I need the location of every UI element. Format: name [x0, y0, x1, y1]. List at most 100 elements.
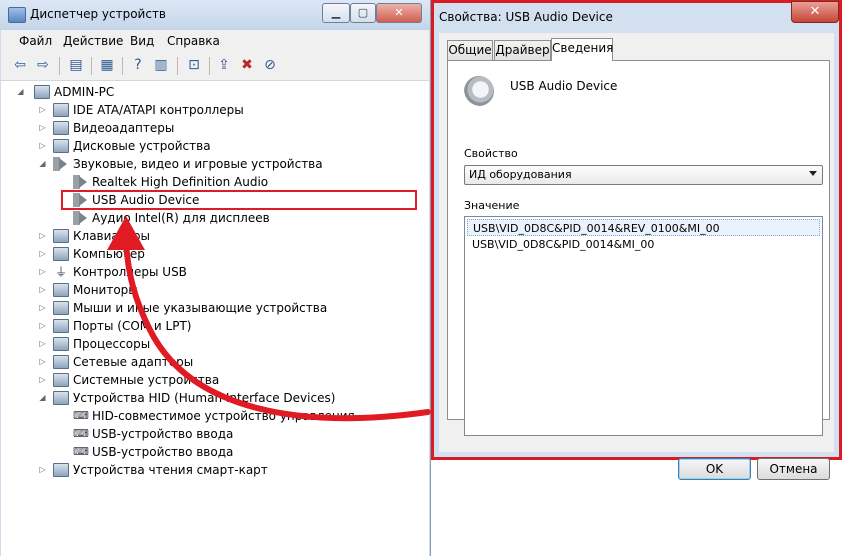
- tree-item-label: Realtek High Definition Audio: [92, 175, 269, 189]
- cpu-icon: [53, 337, 69, 351]
- toolbar-separator: [91, 57, 92, 75]
- speaker-icon: [73, 211, 89, 225]
- tree-item-label: HID-совместимое устройство управления: [92, 409, 355, 423]
- expand-arrow-icon[interactable]: ▷: [38, 353, 47, 371]
- value-listbox[interactable]: USB\VID_0D8C&PID_0014&REV_0100&MI_00 USB…: [464, 216, 823, 436]
- disk-icon: [53, 139, 69, 153]
- menu-view[interactable]: Вид: [130, 34, 154, 48]
- tree-item-label: Устройства чтения смарт-карт: [73, 463, 268, 477]
- device-tree: ◢ ADMIN-PC ▷ IDE ATA/ATAPI контроллеры ▷ Ви…: [1, 81, 429, 556]
- toolbar-separator: [122, 57, 123, 75]
- dialog-client: Общие Драйвер Сведения USB Audio Device …: [439, 33, 834, 480]
- menu-help[interactable]: Справка: [167, 34, 220, 48]
- toolbar-separator: [59, 57, 60, 75]
- collapse-arrow-icon[interactable]: ◢: [38, 155, 47, 173]
- device-name: USB Audio Device: [510, 79, 618, 93]
- property-select[interactable]: ИД оборудования: [464, 165, 823, 185]
- toolbar-separator: [177, 57, 178, 75]
- highlight-box: [61, 190, 417, 210]
- tree-item-label: Видеоадаптеры: [73, 121, 175, 135]
- expand-arrow-icon[interactable]: ▷: [38, 245, 47, 263]
- computer-icon: [53, 247, 69, 261]
- ide-icon: [53, 103, 69, 117]
- properties-page-icon[interactable]: ▦: [98, 56, 116, 74]
- expand-arrow-icon[interactable]: ▷: [38, 263, 47, 281]
- value-label: Значение: [464, 199, 520, 212]
- device-manager-icon: [8, 7, 26, 23]
- tree-item-label: Клавиатуры: [73, 229, 150, 243]
- menu-file[interactable]: Файл: [19, 34, 52, 48]
- dialog-title: Свойства: USB Audio Device: [439, 10, 613, 24]
- mouse-icon: [53, 301, 69, 315]
- chevron-down-icon: [809, 171, 817, 176]
- expand-arrow-icon[interactable]: ▷: [38, 371, 47, 389]
- minimize-button[interactable]: ▁: [322, 3, 350, 23]
- port-icon: [53, 319, 69, 333]
- ok-button[interactable]: OK: [678, 458, 751, 480]
- back-icon[interactable]: ⇦: [11, 56, 29, 74]
- list-item[interactable]: USB\VID_0D8C&PID_0014&MI_00: [467, 236, 820, 253]
- tree-item-label: Устройства HID (Human Interface Devices): [73, 391, 336, 405]
- expand-arrow-icon[interactable]: ▷: [38, 317, 47, 335]
- tab-driver[interactable]: Драйвер: [494, 40, 551, 60]
- menu-action[interactable]: Действие: [63, 34, 123, 48]
- network-icon: [53, 355, 69, 369]
- tree-item-label: IDE ATA/ATAPI контроллеры: [73, 103, 244, 117]
- console-tree-icon[interactable]: ▤: [67, 56, 85, 74]
- device-manager-window: Диспетчер устройств ▁ ▢ ✕ Файл Действие …: [0, 0, 431, 556]
- toolbar-separator: [209, 57, 210, 75]
- expand-arrow-icon[interactable]: ▷: [38, 137, 47, 155]
- title-bar[interactable]: Диспетчер устройств ▁ ▢ ✕: [0, 0, 430, 30]
- forward-icon[interactable]: ⇨: [34, 56, 52, 74]
- computer-icon: [34, 85, 50, 99]
- expand-arrow-icon[interactable]: ▷: [38, 227, 47, 245]
- disable-device-icon[interactable]: ⊘: [261, 56, 279, 74]
- help-icon[interactable]: ?: [129, 56, 147, 74]
- cancel-button[interactable]: Отмена: [757, 458, 830, 480]
- tree-item-label: Дисковые устройства: [73, 139, 211, 153]
- menu-bar: Файл Действие Вид Справка: [1, 30, 429, 52]
- sound-icon: [53, 157, 69, 171]
- expand-arrow-icon[interactable]: ▷: [38, 335, 47, 353]
- close-button[interactable]: ✕: [376, 3, 422, 23]
- update-driver-icon[interactable]: ⇪: [215, 56, 233, 74]
- hid-device-icon: ⌨: [73, 409, 89, 422]
- tree-item-label: Контроллеры USB: [73, 265, 187, 279]
- tree-item-label: Системные устройства: [73, 373, 220, 387]
- collapse-arrow-icon[interactable]: ◢: [16, 83, 25, 101]
- tree-item-label: Мониторы: [73, 283, 138, 297]
- hid-device-icon: ⌨: [73, 427, 89, 440]
- tree-item-label: Компьютер: [73, 247, 145, 261]
- hid-device-icon: ⌨: [73, 445, 89, 458]
- property-select-value: ИД оборудования: [469, 168, 572, 181]
- window-title: Диспетчер устройств: [30, 7, 167, 21]
- tree-item-label: Сетевые адаптеры: [73, 355, 194, 369]
- expand-arrow-icon[interactable]: ▷: [38, 299, 47, 317]
- usb-icon: ⏚: [54, 265, 67, 279]
- tree-item-label: USB-устройство ввода: [92, 445, 234, 459]
- tree-item-label: USB-устройство ввода: [92, 427, 234, 441]
- toolbar: ⇦ ⇨ ▤ ▦ ? ▥ ⊡ ⇪ ✖ ⊘: [1, 52, 429, 81]
- uninstall-icon[interactable]: ✖: [238, 56, 256, 74]
- dialog-close-button[interactable]: ✕: [791, 1, 839, 23]
- toggle-view-icon[interactable]: ▥: [152, 56, 170, 74]
- tab-general[interactable]: Общие: [447, 40, 493, 60]
- tab-details[interactable]: Сведения: [551, 38, 613, 61]
- tree-item-label: Аудио Intel(R) для дисплеев: [92, 211, 270, 225]
- list-item[interactable]: USB\VID_0D8C&PID_0014&REV_0100&MI_00: [467, 219, 820, 236]
- smartcard-icon: [53, 463, 69, 477]
- collapse-arrow-icon[interactable]: ◢: [38, 389, 47, 407]
- property-label: Свойство: [464, 147, 518, 160]
- tree-item-label: Процессоры: [73, 337, 151, 351]
- expand-arrow-icon[interactable]: ▷: [38, 119, 47, 137]
- maximize-button[interactable]: ▢: [350, 3, 376, 23]
- monitor-icon: [53, 283, 69, 297]
- expand-arrow-icon[interactable]: ▷: [38, 281, 47, 299]
- speaker-icon: [73, 175, 89, 189]
- expand-arrow-icon[interactable]: ▷: [38, 101, 47, 119]
- details-tab-page: USB Audio Device Свойство ИД оборудовани…: [447, 60, 830, 436]
- keyboard-icon: [53, 229, 69, 243]
- expand-arrow-icon[interactable]: ▷: [38, 461, 47, 479]
- speaker-icon: [464, 76, 494, 106]
- scan-hardware-icon[interactable]: ⊡: [185, 56, 203, 74]
